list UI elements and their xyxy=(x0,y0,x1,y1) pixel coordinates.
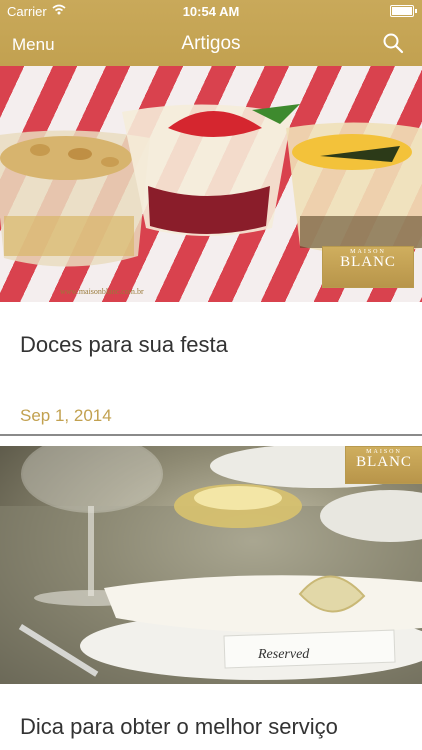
article-title[interactable]: Doces para sua festa xyxy=(20,332,228,358)
search-icon[interactable] xyxy=(382,32,404,54)
clock: 10:54 AM xyxy=(182,4,240,19)
menu-button[interactable]: Menu xyxy=(12,35,55,55)
brand-logo: MAISON BLANC xyxy=(345,446,422,484)
brand-logo: MAISON BLANC xyxy=(322,246,414,288)
article-image-table-setting[interactable]: Reserved MAISON BLANC xyxy=(0,446,422,684)
navigation-bar: Menu Artigos xyxy=(0,22,422,66)
card-gap xyxy=(0,436,422,446)
battery-icon xyxy=(390,5,417,17)
status-bar: Carrier 10:54 AM xyxy=(0,0,422,22)
article-title[interactable]: Dica para obter o melhor serviço xyxy=(20,714,338,740)
reserved-card-text: Reserved xyxy=(257,647,310,662)
page-title: Artigos xyxy=(181,33,241,54)
article-card[interactable]: www.maisonblanc.com.br MAISON BLANC Doce… xyxy=(0,66,422,434)
article-date: Sep 1, 2014 xyxy=(20,406,112,425)
article-card[interactable]: Reserved MAISON BLANC Dica para obter o … xyxy=(0,446,422,750)
top-bar: Carrier 10:54 AM Menu Artigos xyxy=(0,0,422,66)
watermark-text: www.maisonblanc.com.br xyxy=(60,287,144,296)
article-image-desserts[interactable]: www.maisonblanc.com.br MAISON BLANC xyxy=(0,66,422,302)
